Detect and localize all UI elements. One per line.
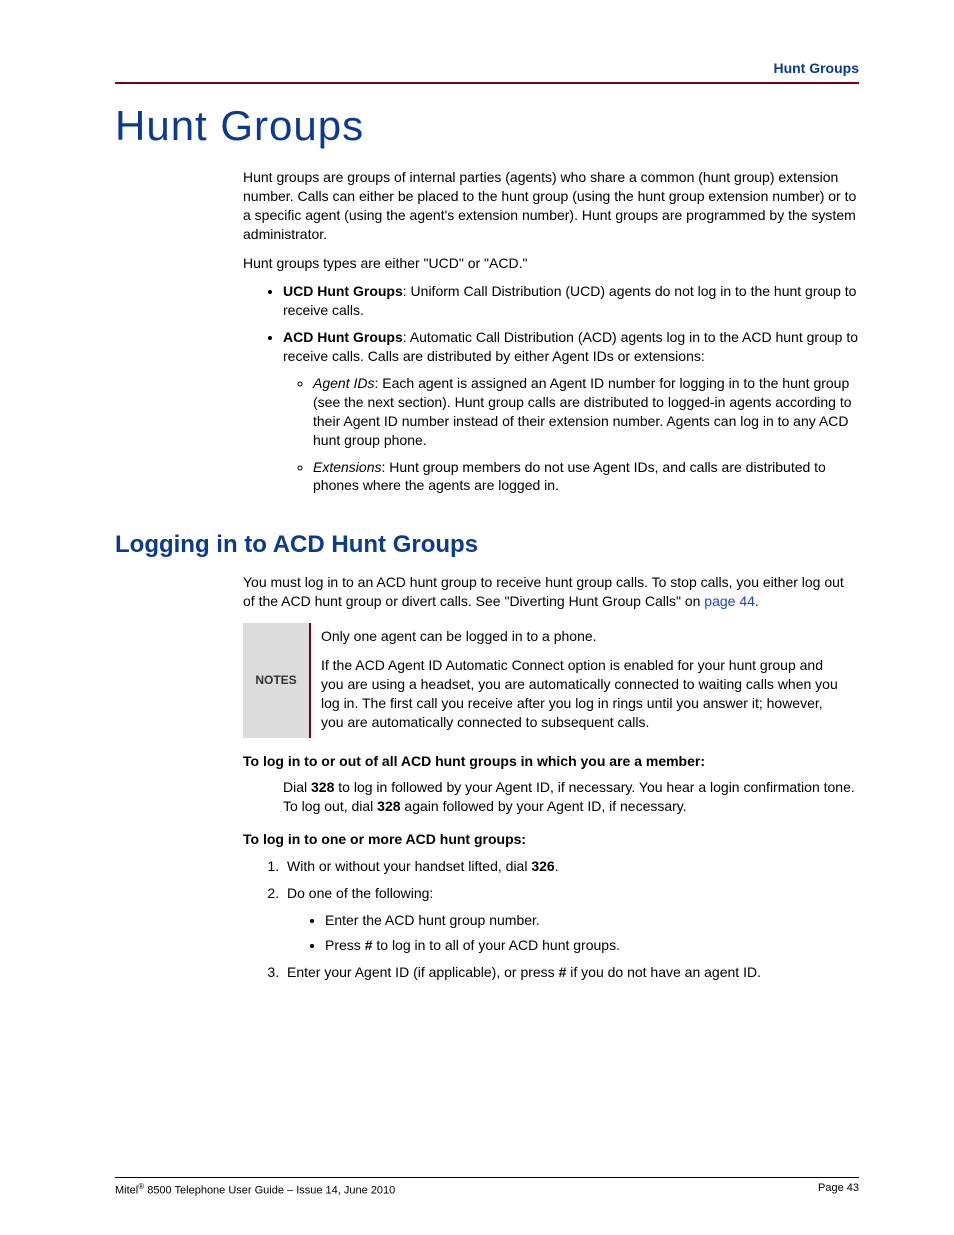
- hunt-group-types-list: UCD Hunt Groups: Uniform Call Distributi…: [243, 282, 859, 495]
- agent-ids-label: Agent IDs: [313, 375, 374, 391]
- footer-left: Mitel® 8500 Telephone User Guide – Issue…: [115, 1182, 395, 1197]
- notes-content: Only one agent can be logged in to a pho…: [311, 623, 859, 737]
- notes-box: NOTES Only one agent can be logged in to…: [243, 623, 859, 737]
- page-footer: Mitel® 8500 Telephone User Guide – Issue…: [115, 1177, 859, 1197]
- step-2-options: Enter the ACD hunt group number. Press #…: [287, 911, 859, 955]
- step-1: With or without your handset lifted, dia…: [283, 857, 859, 876]
- acd-item: ACD Hunt Groups: Automatic Call Distribu…: [283, 328, 859, 495]
- procedure-2-steps: With or without your handset lifted, dia…: [243, 857, 859, 981]
- extensions-item: Extensions: Hunt group members do not us…: [313, 458, 859, 496]
- note-2: If the ACD Agent ID Automatic Connect op…: [321, 656, 849, 732]
- agent-ids-item: Agent IDs: Each agent is assigned an Age…: [313, 374, 859, 450]
- notes-label: NOTES: [243, 623, 311, 737]
- step-3: Enter your Agent ID (if applicable), or …: [283, 963, 859, 982]
- login-intro-text-b: .: [755, 593, 759, 609]
- agent-ids-text: : Each agent is assigned an Agent ID num…: [313, 375, 852, 448]
- intro-paragraph-1: Hunt groups are groups of internal parti…: [243, 168, 859, 244]
- acd-sublist: Agent IDs: Each agent is assigned an Age…: [283, 374, 859, 495]
- acd-label: ACD Hunt Groups: [283, 329, 403, 345]
- intro-paragraph-2: Hunt groups types are either "UCD" or "A…: [243, 254, 859, 273]
- procedure-2-heading: To log in to one or more ACD hunt groups…: [243, 830, 859, 849]
- dial-code-326: 326: [531, 858, 554, 874]
- step-2-option-2: Press # to log in to all of your ACD hun…: [325, 936, 859, 955]
- login-intro: You must log in to an ACD hunt group to …: [243, 573, 859, 611]
- dial-code-328-b: 328: [377, 798, 400, 814]
- extensions-text: : Hunt group members do not use Agent ID…: [313, 459, 826, 494]
- ucd-label: UCD Hunt Groups: [283, 283, 403, 299]
- procedure-1-body: Dial 328 to log in followed by your Agen…: [283, 778, 859, 816]
- procedure-1-heading: To log in to or out of all ACD hunt grou…: [243, 752, 859, 771]
- section-heading-login: Logging in to ACD Hunt Groups: [115, 531, 859, 559]
- page: Hunt Groups Hunt Groups Hunt groups are …: [0, 0, 954, 1235]
- step-2: Do one of the following: Enter the ACD h…: [283, 884, 859, 955]
- chapter-title: Hunt Groups: [115, 102, 859, 150]
- running-header: Hunt Groups: [115, 60, 859, 84]
- ucd-item: UCD Hunt Groups: Uniform Call Distributi…: [283, 282, 859, 320]
- footer-page-number: Page 43: [818, 1182, 859, 1197]
- login-section-body: You must log in to an ACD hunt group to …: [243, 573, 859, 981]
- step-2-option-1: Enter the ACD hunt group number.: [325, 911, 859, 930]
- dial-code-328-a: 328: [311, 779, 334, 795]
- extensions-label: Extensions: [313, 459, 381, 475]
- body-content: Hunt groups are groups of internal parti…: [243, 168, 859, 495]
- page-44-link[interactable]: page 44: [704, 593, 755, 609]
- note-1: Only one agent can be logged in to a pho…: [321, 627, 849, 646]
